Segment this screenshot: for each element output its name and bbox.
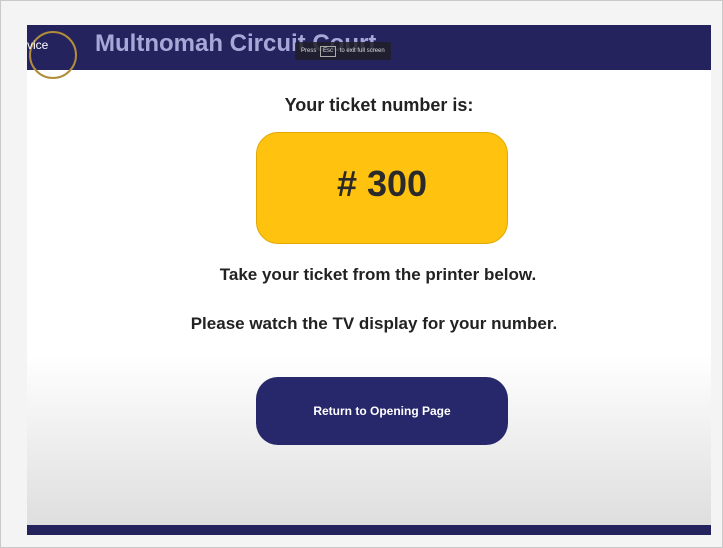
kiosk-screen: vice Multnomah Circuit Court Press Esc t… <box>27 25 711 535</box>
fullscreen-tip-before: Press <box>301 48 317 54</box>
fullscreen-tip-after: to exit full screen <box>339 48 385 54</box>
ticket-number: # 300 <box>336 163 428 204</box>
page-header: vice Multnomah Circuit Court Press Esc t… <box>27 25 711 79</box>
footer-bar <box>27 525 711 535</box>
fullscreen-exit-tip: Press Esc to exit full screen <box>295 42 391 60</box>
watch-display-instruction: Please watch the TV display for your num… <box>190 314 558 333</box>
esc-key-badge: Esc <box>320 46 337 57</box>
kiosk-frame: vice Multnomah Circuit Court Press Esc t… <box>0 0 723 548</box>
take-ticket-instruction: Take your ticket from the printer below. <box>219 265 537 284</box>
return-to-opening-page-button[interactable]: Return to Opening Page <box>256 377 508 445</box>
ticket-number-label: Your ticket number is: <box>284 95 474 115</box>
header-prefix-text: vice <box>27 38 49 52</box>
ticket-number-box: # 300 <box>256 132 508 244</box>
